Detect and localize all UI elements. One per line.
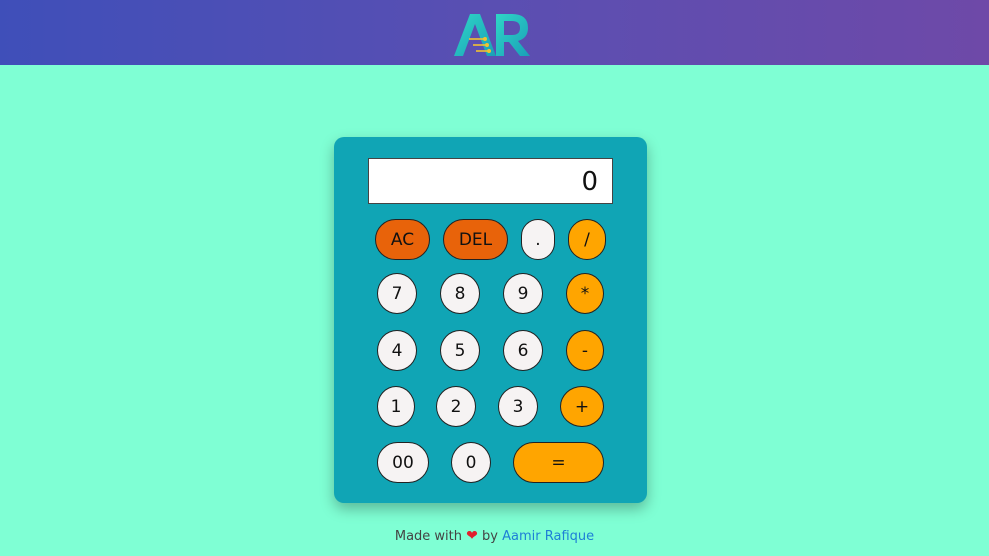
digit-0-button[interactable]: 0	[451, 442, 491, 483]
footer-credit: Made with ❤ by Aamir Rafique	[0, 528, 989, 544]
digit-1-button[interactable]: 1	[377, 386, 415, 427]
add-button[interactable]: +	[560, 386, 604, 427]
heart-icon: ❤	[466, 528, 478, 544]
digit-3-button[interactable]: 3	[498, 386, 538, 427]
calculator-display: 0	[368, 158, 613, 204]
multiply-button[interactable]: *	[566, 273, 604, 314]
decimal-point-button[interactable]: .	[521, 219, 555, 260]
digit-6-button[interactable]: 6	[503, 330, 543, 371]
subtract-button[interactable]: -	[566, 330, 604, 371]
double-zero-button[interactable]: 00	[377, 442, 429, 483]
digit-7-button[interactable]: 7	[377, 273, 417, 314]
digit-2-button[interactable]: 2	[436, 386, 476, 427]
digit-9-button[interactable]: 9	[503, 273, 543, 314]
delete-button[interactable]: DEL	[443, 219, 508, 260]
footer-by: by	[482, 529, 498, 544]
clear-all-button[interactable]: AC	[375, 219, 430, 260]
header-bar	[0, 0, 989, 65]
ar-logo[interactable]	[452, 8, 532, 58]
digit-5-button[interactable]: 5	[440, 330, 480, 371]
digit-4-button[interactable]: 4	[377, 330, 417, 371]
equals-button[interactable]: =	[513, 442, 604, 483]
divide-button[interactable]: /	[568, 219, 606, 260]
footer-made-with: Made with	[394, 529, 463, 544]
author-link[interactable]: Aamir Rafique	[502, 529, 594, 544]
digit-8-button[interactable]: 8	[440, 273, 480, 314]
